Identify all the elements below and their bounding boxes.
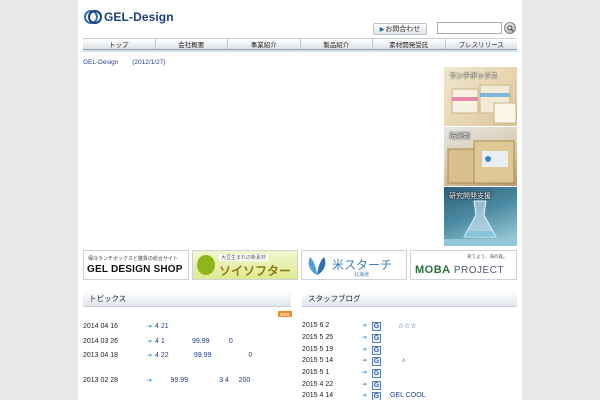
breadcrumb-date: (2012/1/27): [132, 59, 166, 66]
moba-banner-tagline: 育てよう、海の森。: [467, 254, 508, 259]
tile-detergent[interactable]: 洗濯剤: [444, 127, 517, 186]
site-logo[interactable]: GEL-Design: [84, 9, 174, 25]
topic-row[interactable]: 2014 04 16 ➔ 4 21: [83, 323, 291, 335]
topic-text[interactable]: 99.99 3 4 200: [155, 377, 251, 384]
topic-row[interactable]: 2014 03 26 ➔ 4 1 99.99 0: [83, 338, 291, 350]
topic-date: 2013 02 28: [83, 377, 119, 384]
nav-divider: [83, 50, 517, 52]
blog-text[interactable]: ☆☆☆: [390, 322, 417, 330]
arrow-right-icon: ➔: [362, 382, 368, 388]
logo-text: GEL-Design: [104, 10, 174, 24]
blog-date: 2015 5 25: [302, 334, 334, 341]
blog-g-icon: G: [372, 369, 381, 378]
arrow-right-icon: ➔: [362, 347, 368, 353]
staff-blog-header: スタッフブログ: [302, 291, 517, 307]
tile-research[interactable]: 研究開発支援: [444, 187, 517, 246]
contact-button[interactable]: ▶ お問合わせ: [373, 23, 427, 35]
arrow-right-icon: ➔: [362, 393, 368, 399]
blog-row[interactable]: 2015 5 14 ➔ G ♪: [302, 357, 517, 368]
nav-item-press[interactable]: プレスリリース: [446, 39, 518, 49]
tile-lunchbox-label: ランチボックス: [449, 73, 498, 80]
nav-item-top[interactable]: トップ: [83, 39, 156, 49]
moba-title-main: MOBA: [415, 264, 451, 276]
shop-banner-title: GEL DESIGN SHOP: [87, 264, 183, 275]
blog-g-icon: G: [372, 392, 381, 400]
nav-item-business[interactable]: 事業紹介: [228, 39, 301, 49]
logo-mark-icon: [84, 10, 102, 24]
blog-g-icon: G: [372, 381, 381, 390]
breadcrumb-site[interactable]: GEL-Design: [83, 59, 118, 66]
staff-blog-title: スタッフブログ: [308, 294, 361, 303]
blog-date: 2015 5 19: [302, 346, 334, 353]
blog-row[interactable]: 2015 5 25 ➔ G: [302, 334, 517, 345]
banner-moba-project[interactable]: 育てよう、海の森。 MOBA PROJECT: [410, 250, 517, 280]
rice-leaf-icon: [308, 257, 326, 275]
topic-date: 2013 04 18: [83, 352, 119, 359]
arrow-right-icon: ➔: [362, 358, 368, 364]
blog-row[interactable]: 2015 4 22 ➔ G: [302, 381, 517, 392]
blog-date: 2015 5 14: [302, 357, 334, 364]
moba-title-project: PROJECT: [450, 265, 505, 276]
main-nav: トップ 会社概要 事業紹介 製品紹介 素材開発受託 プレスリリース: [83, 38, 517, 50]
search-button[interactable]: [504, 22, 516, 34]
tile-lunchbox[interactable]: ランチボックス: [444, 67, 517, 126]
shop-banner-caption: 保冷ランチボックスと雑貨の総合サイト: [88, 256, 178, 262]
soy-banner-caption: 大豆生まれの新素材: [219, 254, 269, 261]
banner-rice-starch[interactable]: 米スターチ 北海道: [301, 250, 407, 280]
rss-icon[interactable]: RSS: [278, 311, 292, 317]
topic-text[interactable]: 4 1 99.99 0: [155, 338, 233, 345]
topic-date: 2014 04 16: [83, 323, 119, 330]
topic-text[interactable]: 4 21: [155, 323, 169, 330]
search-icon: [506, 24, 514, 32]
blog-text[interactable]: GEL COOL: [390, 392, 426, 399]
search-input[interactable]: [437, 22, 502, 34]
blog-row[interactable]: 2015 4 14 ➔ G GEL COOL: [302, 392, 517, 400]
arrow-right-icon: ➔: [362, 323, 368, 329]
arrow-right-icon: ➔: [147, 353, 153, 359]
topics-title: トピックス: [89, 294, 127, 303]
banner-soysofter[interactable]: 大豆生まれの新素材 ソイソフター: [192, 250, 298, 280]
arrow-right-icon: ➔: [362, 370, 368, 376]
page: GEL-Design ▶ お問合わせ トップ 会社概要 事業紹介 製品紹介 素材…: [78, 0, 522, 400]
arrow-right-icon: ➔: [147, 339, 153, 345]
blog-row[interactable]: 2015 5 19 ➔ G: [302, 346, 517, 357]
blog-g-icon: G: [372, 322, 381, 331]
blog-row[interactable]: 2015 5 1 ➔ G: [302, 369, 517, 380]
blog-row[interactable]: 2015 6 2 ➔ G ☆☆☆: [302, 322, 517, 333]
rice-banner-caption: 北海道: [354, 272, 370, 278]
blog-date: 2015 6 2: [302, 322, 330, 329]
blog-text[interactable]: ♪: [390, 357, 406, 364]
moba-banner-title: MOBA PROJECT: [415, 264, 504, 276]
tile-research-label: 研究開発支援: [449, 193, 491, 200]
topic-date: 2014 03 26: [83, 338, 119, 345]
blog-date: 2015 5 1: [302, 369, 330, 376]
soy-leaf-icon: [197, 255, 215, 275]
blog-date: 2015 4 22: [302, 381, 334, 388]
topics-header: トピックス: [83, 291, 291, 307]
topic-row[interactable]: 2013 02 28 ➔ 99.99 3 4 200: [83, 377, 291, 389]
topic-row[interactable]: 2013 04 18 ➔ 4 22 99.99 0: [83, 352, 291, 364]
arrow-right-icon: ➔: [147, 378, 153, 384]
arrow-right-icon: ▶: [379, 26, 385, 33]
arrow-right-icon: ➔: [362, 335, 368, 341]
breadcrumb: GEL-Design (2012/1/27): [83, 59, 165, 66]
blog-g-icon: G: [372, 346, 381, 355]
topic-text[interactable]: 4 22 99.99 0: [155, 352, 252, 359]
nav-item-products[interactable]: 製品紹介: [301, 39, 373, 49]
blog-g-icon: G: [372, 334, 381, 343]
arrow-right-icon: ➔: [147, 324, 153, 330]
contact-label: お問合わせ: [385, 26, 421, 33]
nav-item-material-dev[interactable]: 素材開発受託: [373, 39, 446, 49]
nav-item-company[interactable]: 会社概要: [156, 39, 228, 49]
blog-date: 2015 4 14: [302, 392, 334, 399]
blog-g-icon: G: [372, 357, 381, 366]
banner-gel-design-shop[interactable]: 保冷ランチボックスと雑貨の総合サイト GEL DESIGN SHOP: [83, 250, 189, 280]
tile-detergent-label: 洗濯剤: [449, 133, 470, 140]
soy-banner-title: ソイソフター: [219, 264, 292, 278]
